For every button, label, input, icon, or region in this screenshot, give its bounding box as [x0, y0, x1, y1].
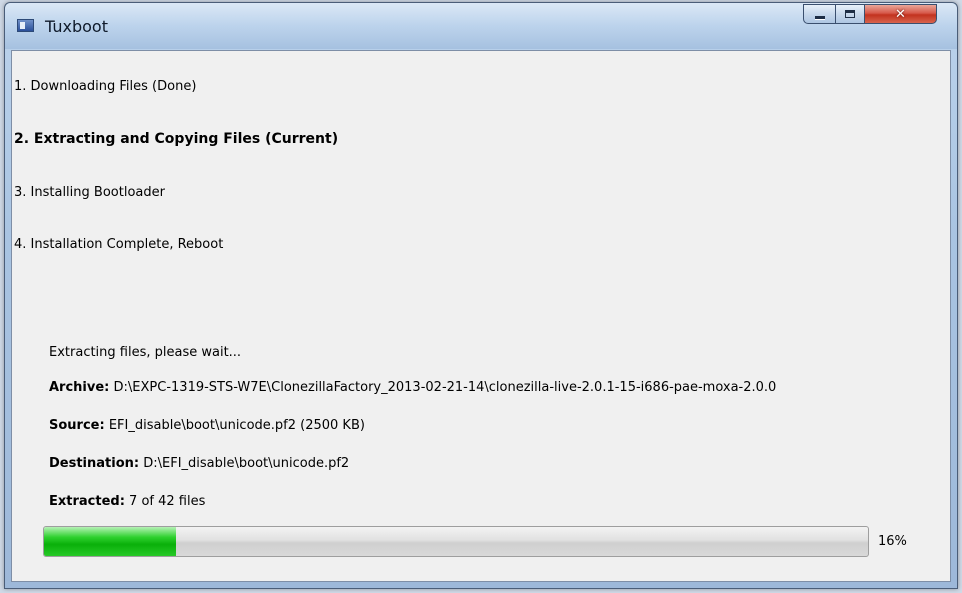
destination-label: Destination: — [49, 456, 140, 471]
archive-value: D:\EXPC-1319-STS-W7E\ClonezillaFactory_2… — [113, 380, 777, 395]
source-label: Source: — [49, 418, 105, 433]
title-bar[interactable]: Tuxboot ✕ — [5, 3, 957, 49]
extraction-progress-bar — [43, 526, 869, 557]
source-value: EFI_disable\boot\unicode.pf2 (2500 KB) — [108, 418, 365, 433]
maximize-button[interactable] — [835, 4, 865, 24]
minimize-icon — [814, 15, 825, 19]
status-message: Extracting files, please wait... — [49, 345, 242, 360]
close-icon: ✕ — [895, 6, 906, 22]
progress-percent: 16% — [878, 534, 907, 549]
step-installation-complete: 4. Installation Complete, Reboot — [14, 237, 224, 252]
extracted-value: 7 of 42 files — [129, 494, 206, 509]
progress-fill — [44, 527, 176, 556]
step-downloading: 1. Downloading Files (Done) — [14, 79, 197, 94]
close-button[interactable]: ✕ — [864, 4, 937, 24]
tuxboot-app-icon[interactable] — [17, 19, 34, 32]
tuxboot-window: Tuxboot ✕ 1. Downloading Files (Done) 2.… — [4, 2, 958, 589]
source-row: Source: EFI_disable\boot\unicode.pf2 (25… — [49, 418, 365, 433]
archive-row: Archive: D:\EXPC-1319-STS-W7E\Clonezilla… — [49, 380, 776, 395]
client-area: 1. Downloading Files (Done) 2. Extractin… — [11, 50, 951, 582]
archive-label: Archive: — [49, 380, 110, 395]
minimize-button[interactable] — [803, 4, 836, 24]
extracted-row: Extracted: 7 of 42 files — [49, 494, 205, 509]
window-title: Tuxboot — [45, 17, 108, 36]
destination-row: Destination: D:\EFI_disable\boot\unicode… — [49, 456, 349, 471]
destination-value: D:\EFI_disable\boot\unicode.pf2 — [143, 456, 350, 471]
step-extracting-current: 2. Extracting and Copying Files (Current… — [14, 131, 339, 147]
maximize-icon — [845, 10, 855, 18]
extracted-label: Extracted: — [49, 494, 125, 509]
step-installing-bootloader: 3. Installing Bootloader — [14, 185, 165, 200]
